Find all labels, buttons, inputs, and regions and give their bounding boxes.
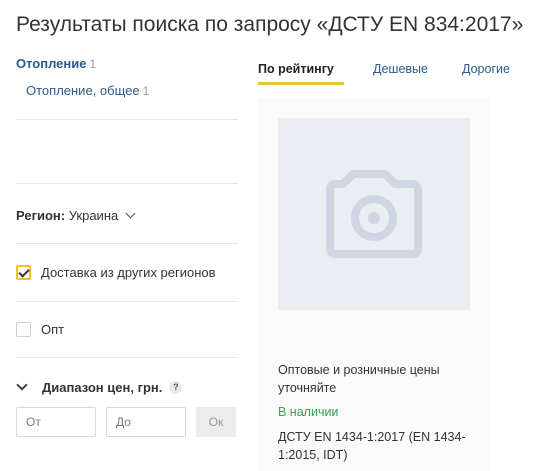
chevron-down-icon [16, 378, 28, 391]
delivery-other-regions-checkbox[interactable]: Доставка из других регионов [16, 265, 216, 280]
product-image-placeholder[interactable] [278, 118, 470, 310]
product-card[interactable]: Оптовые и розничные цены уточняйте В нал… [258, 98, 490, 471]
subcategory-heating-general[interactable]: Отопление, общее 1 [26, 83, 149, 98]
divider [16, 119, 238, 120]
category-heating-label: Отопление [16, 56, 87, 71]
wholesale-label: Опт [41, 322, 65, 337]
checkbox-unchecked-icon[interactable] [16, 322, 31, 337]
subcategory-heating-general-label: Отопление, общее [26, 83, 140, 98]
category-heating-count: 1 [89, 57, 97, 71]
price-from-input[interactable] [16, 407, 96, 437]
help-icon[interactable]: ? [169, 381, 183, 394]
filter-sidebar: Отопление 1 Отопление, общее 1 Регион: Укр… [16, 50, 238, 471]
camera-icon [326, 170, 422, 258]
price-to-input[interactable] [106, 407, 186, 437]
category-heating[interactable]: Отопление 1 [16, 56, 96, 71]
tab-expensive[interactable]: Дорогие [462, 62, 510, 76]
divider [16, 243, 238, 244]
price-range-toggle[interactable]: Диапазон цен, грн. ? [16, 378, 183, 395]
tab-by-rating[interactable]: По рейтингу [258, 62, 334, 76]
product-title[interactable]: ДСТУ EN 1434-1:2017 (EN 1434-1:2015, IDT… [278, 428, 478, 464]
price-note: Оптовые и розничные цены уточняйте [278, 363, 440, 395]
region-label: Регион: [16, 208, 66, 223]
tab-cheap[interactable]: Дешевые [373, 62, 428, 76]
divider [16, 301, 238, 302]
price-range-label: Диапазон цен, грн. [42, 380, 163, 395]
delivery-other-regions-label: Доставка из других регионов [41, 265, 216, 280]
chevron-down-icon [125, 208, 136, 219]
price-apply-button[interactable]: Ок [196, 407, 236, 437]
checkbox-checked-icon[interactable] [16, 265, 31, 280]
availability-status: В наличии [278, 405, 339, 419]
divider [16, 357, 238, 358]
page-title: Результаты поиска по запросу «ДСТУ EN 83… [16, 13, 524, 36]
divider [16, 183, 238, 184]
region-selector[interactable]: Регион: Украина [16, 208, 136, 223]
region-value: Украина [68, 208, 119, 223]
wholesale-checkbox[interactable]: Опт [16, 322, 64, 337]
active-tab-indicator [258, 82, 344, 85]
subcategory-heating-general-count: 1 [142, 84, 150, 98]
